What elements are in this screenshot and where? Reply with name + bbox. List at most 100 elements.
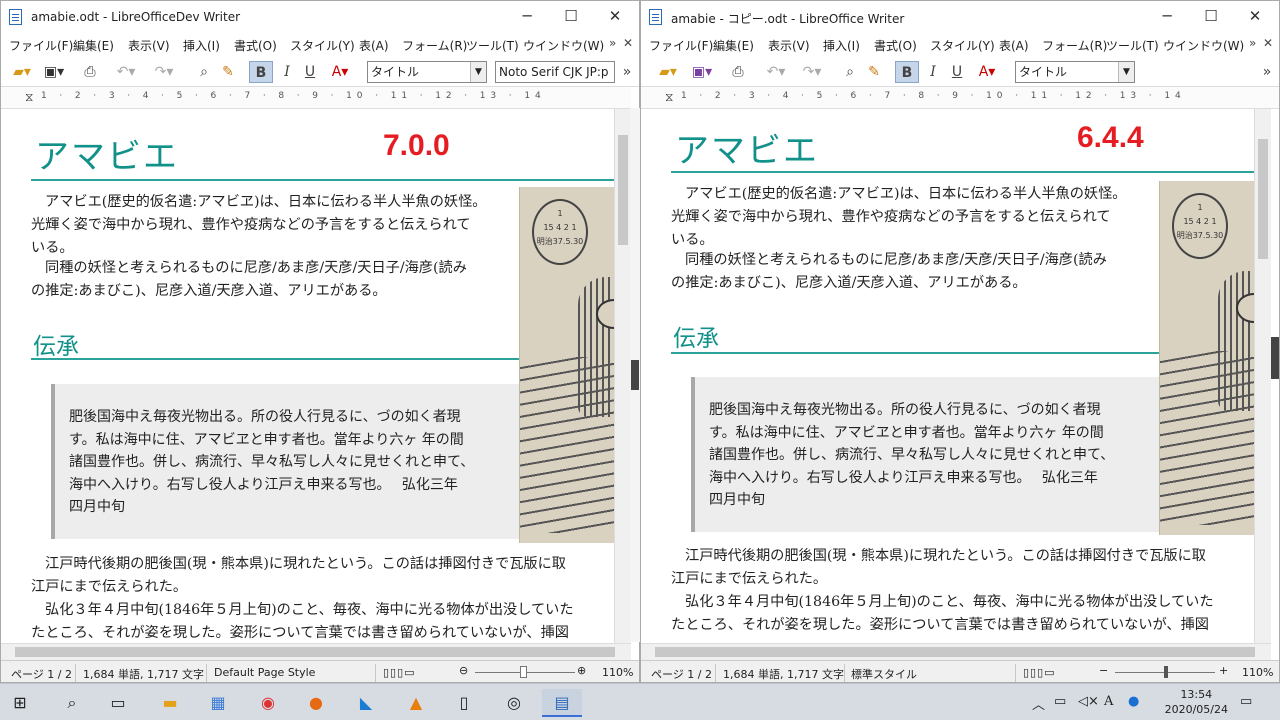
toolbar-overflow-icon[interactable]: » <box>1259 61 1275 83</box>
clone-formatting-icon[interactable]: ✎ <box>217 61 239 83</box>
menu-overflow-icon[interactable]: » <box>1249 36 1256 50</box>
horizontal-ruler[interactable]: ⧖ 1 · 2 · 3 · 4 · 5 · 6 · 7 · 8 · 9 · 10… <box>1 87 631 109</box>
indent-marker-icon[interactable]: ⧖ <box>665 90 673 105</box>
writer-taskbar-icon[interactable]: ▤ <box>542 689 582 717</box>
find-replace-icon[interactable]: ⌕ <box>839 61 861 83</box>
page-style[interactable]: Default Page Style <box>214 666 315 679</box>
zoom-level[interactable]: 110% <box>602 666 633 679</box>
menu-form[interactable]: フォーム(R) <box>1042 37 1107 54</box>
windows-start-icon[interactable]: ⊞ <box>0 689 40 717</box>
undo-icon[interactable]: ↶▾ <box>759 61 793 83</box>
menu-file[interactable]: ファイル(F) <box>9 37 73 54</box>
vscode-icon[interactable]: ◣ <box>346 689 386 717</box>
scroll-thumb[interactable] <box>1258 139 1268 259</box>
clone-formatting-icon[interactable]: ✎ <box>863 61 885 83</box>
bold-icon[interactable]: B <box>249 61 273 83</box>
close-button[interactable]: ✕ <box>1233 5 1277 29</box>
menu-edit[interactable]: 編集(E) <box>713 37 754 54</box>
document-page[interactable]: アマビエ 6.4.4 アマビエ(歴史的仮名遣:アマビヱ)は、日本に伝わる半人半魚… <box>641 109 1254 643</box>
menu-tools[interactable]: ツール(T) <box>1106 37 1159 54</box>
network-icon[interactable]: ▭ <box>1054 694 1066 709</box>
amabie-image[interactable]: 1 15 4 2 1 明治37.5.30 <box>519 187 614 543</box>
open-icon[interactable]: ▰▾ <box>5 61 39 83</box>
close-document-icon[interactable]: ✕ <box>1263 36 1273 50</box>
notification-icon[interactable]: ▭ <box>1240 694 1252 709</box>
zoom-in-icon[interactable]: + <box>1219 664 1228 677</box>
page-count[interactable]: ページ 1 / 2 <box>651 666 712 682</box>
menu-tools[interactable]: ツール(T) <box>466 37 519 54</box>
underline-icon[interactable]: U <box>299 61 321 83</box>
maximize-button[interactable]: ☐ <box>549 5 593 29</box>
font-color-icon[interactable]: A▾ <box>970 61 1004 83</box>
view-layout-icons[interactable]: ▯▯▯▭ <box>1023 666 1056 679</box>
toolbar-overflow-icon[interactable]: » <box>619 61 635 83</box>
menu-format[interactable]: 書式(O) <box>874 37 917 54</box>
page-count[interactable]: ページ 1 / 2 <box>11 666 72 682</box>
menu-window[interactable]: ウインドウ(W) <box>1163 37 1244 54</box>
underline-icon[interactable]: U <box>946 61 968 83</box>
font-name-select[interactable]: Noto Serif CJK JP:p <box>495 61 615 83</box>
vertical-scrollbar[interactable] <box>1254 109 1271 643</box>
chevron-down-icon[interactable]: ▼ <box>470 62 486 82</box>
splitter-grip[interactable] <box>631 360 639 390</box>
amabie-image[interactable]: 1 15 4 2 1 明治37.5.30 <box>1159 181 1254 535</box>
zoom-out-icon[interactable]: − <box>1099 664 1108 677</box>
find-replace-icon[interactable]: ⌕ <box>193 61 215 83</box>
menu-styles[interactable]: スタイル(Y) <box>290 37 355 54</box>
clock[interactable]: 13:54 2020/05/24 <box>1165 687 1228 717</box>
menu-insert[interactable]: 挿入(I) <box>183 37 220 54</box>
menu-format[interactable]: 書式(O) <box>234 37 277 54</box>
menu-table[interactable]: 表(A) <box>999 37 1029 54</box>
menu-view[interactable]: 表示(V) <box>128 37 170 54</box>
view-layout-icons[interactable]: ▯▯▯▭ <box>383 666 416 679</box>
zoom-out-icon[interactable]: ⊖ <box>459 664 468 677</box>
zoom-in-icon[interactable]: ⊕ <box>577 664 586 677</box>
ime-icon[interactable]: A <box>1104 694 1113 709</box>
paragraph-style-select[interactable]: タイトル ▼ <box>367 61 487 83</box>
menu-window[interactable]: ウインドウ(W) <box>523 37 604 54</box>
redo-icon[interactable]: ↷▾ <box>147 61 181 83</box>
save-icon[interactable]: ▣▾ <box>689 61 715 83</box>
undo-icon[interactable]: ↶▾ <box>109 61 143 83</box>
minimize-button[interactable]: ─ <box>505 5 549 29</box>
italic-icon[interactable]: I <box>922 61 944 83</box>
chevron-down-icon[interactable]: ▼ <box>1118 62 1134 82</box>
paragraph-style-select[interactable]: タイトル ▼ <box>1015 61 1135 83</box>
store-icon[interactable]: ▦ <box>198 689 238 717</box>
menu-form[interactable]: フォーム(R) <box>402 37 467 54</box>
menu-styles[interactable]: スタイル(Y) <box>930 37 995 54</box>
menu-file[interactable]: ファイル(F) <box>649 37 713 54</box>
hscroll-thumb[interactable] <box>655 647 1255 657</box>
maximize-button[interactable]: ☐ <box>1189 5 1233 29</box>
print-icon[interactable]: ⎙ <box>79 61 101 83</box>
close-button[interactable]: ✕ <box>593 5 637 29</box>
search-icon[interactable]: ⌕ <box>52 689 92 717</box>
volume-icon[interactable]: ◁× <box>1078 694 1099 709</box>
bold-icon[interactable]: B <box>895 61 919 83</box>
font-color-icon[interactable]: A▾ <box>323 61 357 83</box>
task-view-icon[interactable]: ▭ <box>98 689 138 717</box>
close-document-icon[interactable]: ✕ <box>623 36 633 50</box>
menu-view[interactable]: 表示(V) <box>768 37 810 54</box>
menu-overflow-icon[interactable]: » <box>609 36 616 50</box>
word-count[interactable]: 1,684 単語, 1,717 文字 <box>723 666 844 682</box>
menu-edit[interactable]: 編集(E) <box>73 37 114 54</box>
edge-icon[interactable]: ● <box>1128 694 1139 709</box>
firefox-icon[interactable]: ● <box>296 689 336 717</box>
zoom-level[interactable]: 110% <box>1242 666 1273 679</box>
save-icon[interactable]: ▣▾ <box>41 61 67 83</box>
vlc-icon[interactable]: ▲ <box>396 689 436 717</box>
minimize-button[interactable]: ─ <box>1145 5 1189 29</box>
document-icon[interactable]: ▯ <box>444 689 484 717</box>
print-icon[interactable]: ⎙ <box>727 61 749 83</box>
tray-expand-icon[interactable]: ︿ <box>1032 694 1045 713</box>
word-count[interactable]: 1,684 単語, 1,717 文字 <box>83 666 204 682</box>
menu-table[interactable]: 表(A) <box>359 37 389 54</box>
menu-insert[interactable]: 挿入(I) <box>823 37 860 54</box>
document-page[interactable]: アマビエ 7.0.0 アマビエ(歴史的仮名遣:アマビヱ)は、日本に伝わる半人半魚… <box>1 109 614 643</box>
horizontal-scrollbar[interactable] <box>1 643 631 660</box>
zoom-slider-thumb[interactable] <box>520 666 527 678</box>
file-explorer-icon[interactable]: ▬ <box>150 689 190 717</box>
vertical-scrollbar[interactable] <box>614 109 631 643</box>
horizontal-scrollbar[interactable] <box>641 643 1271 660</box>
